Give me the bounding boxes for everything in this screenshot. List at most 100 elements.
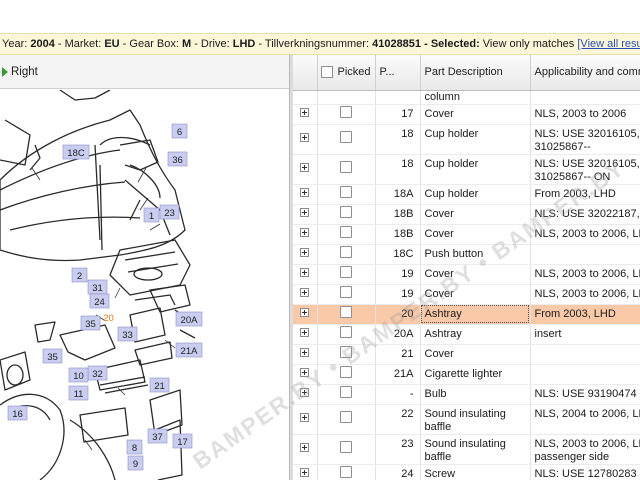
view-all-results-link[interactable]: [View all results bbox=[577, 38, 640, 50]
picked-checkbox[interactable] bbox=[340, 441, 352, 453]
diagram-callout-11[interactable]: 11 bbox=[68, 385, 89, 401]
description-cell: Ashtray bbox=[420, 324, 531, 345]
row-expand-cell bbox=[293, 90, 318, 105]
applicability-column-header[interactable]: Applicability and comm bbox=[530, 55, 640, 91]
rotate-right-button[interactable]: Right bbox=[2, 66, 38, 78]
expand-plus-icon[interactable] bbox=[300, 347, 310, 357]
gearbox-value: M bbox=[181, 38, 192, 50]
applicability-cell: NLS: USE 32022187, bbox=[530, 204, 640, 225]
picked-cell bbox=[317, 384, 376, 405]
picked-checkbox[interactable] bbox=[340, 186, 352, 198]
svg-text:35: 35 bbox=[85, 319, 96, 330]
table-row[interactable]: 22 Sound insulating baffle NLS, 2004 to 20… bbox=[293, 404, 640, 435]
picked-checkbox[interactable] bbox=[340, 106, 352, 118]
picked-checkbox[interactable] bbox=[340, 286, 352, 298]
select-all-checkbox[interactable] bbox=[320, 66, 333, 79]
picked-checkbox[interactable] bbox=[340, 266, 352, 278]
expand-plus-icon[interactable] bbox=[300, 267, 310, 277]
diagram-callout-20a[interactable]: 20A bbox=[175, 311, 203, 327]
picked-checkbox[interactable] bbox=[340, 411, 352, 423]
diagram-callout-23[interactable]: 23 bbox=[159, 204, 180, 220]
picked-checkbox[interactable] bbox=[340, 326, 352, 338]
table-row[interactable]: 18C Push button bbox=[293, 244, 640, 265]
table-row[interactable]: 18Cup holderNLS: USE 32016105, Chassi 31… bbox=[293, 154, 640, 185]
table-row[interactable]: 18B Cover NLS: USE 32022187, bbox=[293, 204, 640, 225]
picked-checkbox[interactable] bbox=[340, 246, 352, 258]
expand-plus-icon[interactable] bbox=[300, 162, 310, 172]
position-column-header[interactable]: P... bbox=[375, 55, 421, 91]
drive-value: LHD bbox=[232, 38, 256, 50]
table-row[interactable]: 19 Cover NLS, 2003 to 2006, LH bbox=[293, 264, 640, 285]
expand-plus-icon[interactable] bbox=[300, 467, 310, 477]
table-row[interactable]: column bbox=[293, 90, 640, 105]
description-column-header[interactable]: Part Description bbox=[420, 55, 531, 91]
table-row[interactable]: 23 Sound insulating baffle NLS, 2003 to 20… bbox=[293, 434, 640, 465]
picked-checkbox[interactable] bbox=[340, 206, 352, 218]
table-row[interactable]: 24 Screw NLS: USE 12780283 bbox=[293, 464, 640, 480]
picked-checkbox[interactable] bbox=[340, 386, 352, 398]
row-expand-cell bbox=[293, 434, 318, 465]
table-row[interactable]: 21A Cigarette lighter bbox=[293, 364, 640, 385]
diagram-callout-24[interactable]: 24 bbox=[89, 293, 110, 309]
diagram-callout-6[interactable]: 6 bbox=[171, 123, 188, 139]
picked-checkbox[interactable] bbox=[340, 131, 352, 143]
position-cell: 23 bbox=[375, 434, 421, 465]
diagram-callout-10[interactable]: 10 bbox=[68, 367, 89, 383]
diagram-callout-1[interactable]: 1 bbox=[143, 207, 160, 223]
diagram-callout-20[interactable]: 20 bbox=[103, 313, 114, 324]
drive-label: - Drive: bbox=[191, 38, 233, 50]
expand-plus-icon[interactable] bbox=[300, 207, 310, 217]
table-row[interactable]: 21 Cover bbox=[293, 344, 640, 365]
gearbox-label: - Gear Box: bbox=[119, 38, 182, 50]
expand-plus-icon[interactable] bbox=[300, 187, 310, 197]
table-row[interactable]: 18A Cup holder From 2003, LHD bbox=[293, 184, 640, 205]
picked-checkbox[interactable] bbox=[340, 346, 352, 358]
expand-plus-icon[interactable] bbox=[300, 387, 310, 397]
svg-text:18C: 18C bbox=[67, 148, 85, 159]
expand-plus-icon[interactable] bbox=[300, 227, 310, 237]
diagram-callout-36[interactable]: 36 bbox=[167, 151, 188, 167]
table-row[interactable]: - Bulb NLS: USE 93190474 c bbox=[293, 384, 640, 405]
diagram-callout-32[interactable]: 32 bbox=[87, 365, 108, 381]
position-cell: 18C bbox=[375, 244, 421, 265]
table-row[interactable]: 20 Ashtray From 2003, LHD bbox=[293, 304, 640, 325]
picked-checkbox[interactable] bbox=[340, 366, 352, 378]
svg-text:37: 37 bbox=[152, 432, 163, 443]
table-row[interactable]: 17 Cover NLS, 2003 to 2006 bbox=[293, 104, 640, 125]
row-expand-cell bbox=[293, 224, 318, 245]
diagram-callout-16[interactable]: 16 bbox=[7, 405, 28, 421]
expand-plus-icon[interactable] bbox=[300, 412, 310, 422]
diagram-callout-33[interactable]: 33 bbox=[117, 326, 138, 342]
table-row[interactable]: 19 Cover NLS, 2003 to 2006, LH bbox=[293, 284, 640, 305]
expand-plus-icon[interactable] bbox=[300, 132, 310, 142]
picked-column-header[interactable]: Picked bbox=[317, 55, 376, 91]
diagram-callout-18c[interactable]: 18C bbox=[62, 144, 90, 160]
diagram-callout-37[interactable]: 37 bbox=[147, 428, 168, 444]
diagram-callout-8[interactable]: 8 bbox=[126, 439, 143, 455]
expand-plus-icon[interactable] bbox=[300, 327, 310, 337]
diagram-callout-35[interactable]: 35 bbox=[42, 348, 63, 364]
diagram-callout-21[interactable]: 21 bbox=[149, 377, 170, 393]
expand-plus-icon[interactable] bbox=[300, 442, 310, 452]
diagram-callout-31[interactable]: 31 bbox=[87, 279, 108, 295]
expand-plus-icon[interactable] bbox=[300, 287, 310, 297]
diagram-callout-17[interactable]: 17 bbox=[172, 433, 193, 449]
expand-plus-icon[interactable] bbox=[300, 367, 310, 377]
diagram-callout-2[interactable]: 2 bbox=[71, 267, 88, 283]
table-row[interactable]: 20A Ashtray insert bbox=[293, 324, 640, 345]
picked-checkbox[interactable] bbox=[340, 226, 352, 238]
diagram-callout-9[interactable]: 9 bbox=[127, 455, 144, 471]
diagram-callout-21a[interactable]: 21A bbox=[175, 342, 203, 358]
expand-plus-icon[interactable] bbox=[300, 247, 310, 257]
picked-checkbox[interactable] bbox=[340, 466, 352, 478]
expand-plus-icon[interactable] bbox=[300, 307, 310, 317]
picked-checkbox[interactable] bbox=[340, 161, 352, 173]
applicability-cell: NLS: USE 32016105, Chassi 31025867-- bbox=[530, 124, 640, 155]
table-row[interactable]: 18B Cover NLS, 2003 to 2006, LH bbox=[293, 224, 640, 245]
diagram-callout-35[interactable]: 35 bbox=[80, 315, 101, 331]
picked-checkbox[interactable] bbox=[340, 306, 352, 318]
expand-plus-icon[interactable] bbox=[300, 107, 310, 117]
table-row[interactable]: 18Cup holderNLS: USE 32016105, Chassi 31… bbox=[293, 124, 640, 155]
applicability-cell: NLS, 2003 to 2006, LH bbox=[530, 264, 640, 285]
exploded-parts-diagram[interactable]: 18B1838618C3612331224352020A33353221A102… bbox=[0, 55, 290, 480]
